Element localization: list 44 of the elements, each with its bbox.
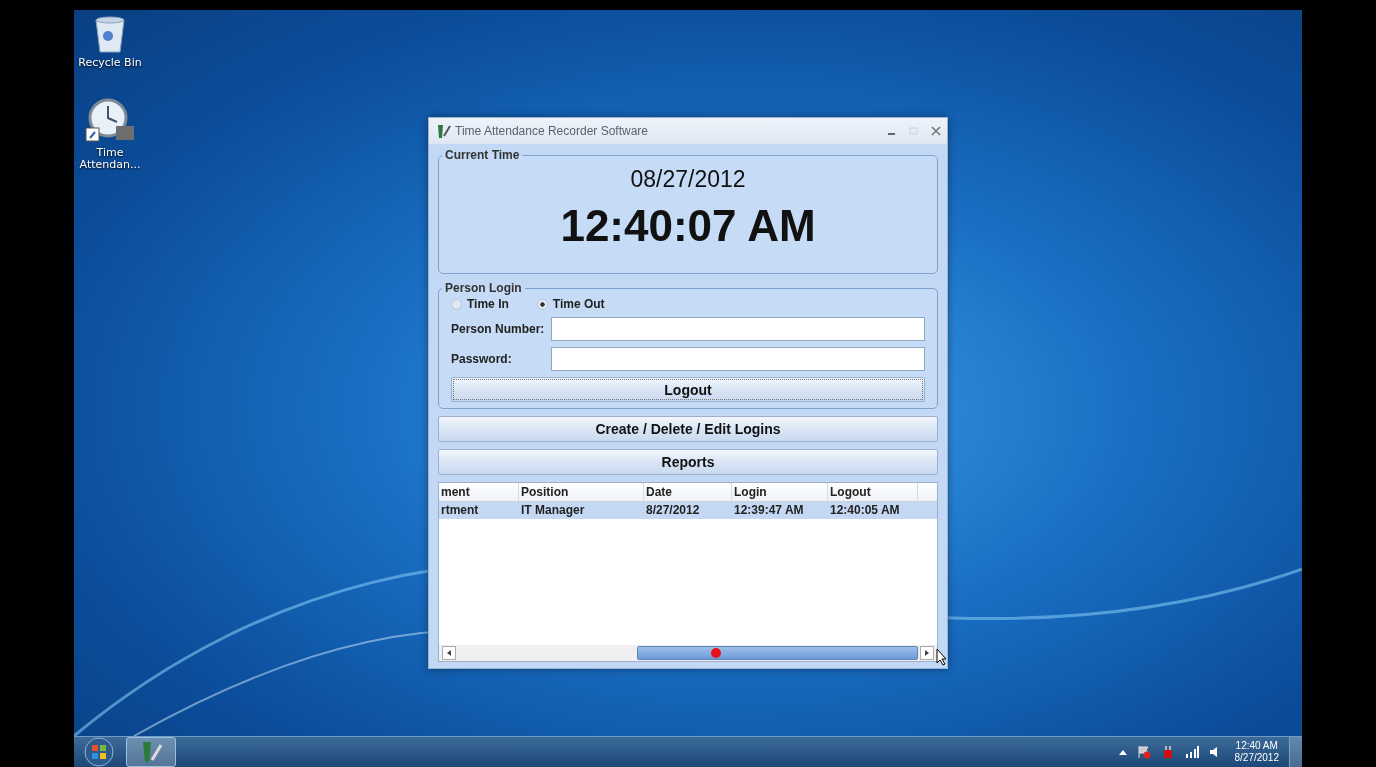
radio-button[interactable] — [451, 298, 462, 310]
radio-label[interactable]: Time In — [467, 297, 509, 311]
input-field[interactable] — [551, 347, 925, 371]
table-row[interactable]: rtment IT Manager 8/27/2012 12:39:47 AM 12:40:05 AM — [439, 502, 937, 519]
recycle-bin-icon[interactable] — [93, 14, 127, 54]
radio-label[interactable]: Time Out — [552, 297, 605, 311]
taskbar-date[interactable]: 8/27/2012 — [1234, 752, 1279, 764]
table-cell-text: 12:40:05 AM — [829, 502, 901, 519]
horizontal-scrollbar[interactable] — [439, 645, 937, 661]
taskbar-app-button[interactable] — [126, 737, 176, 767]
radio-button[interactable] — [536, 298, 548, 310]
column-header[interactable]: Logout — [828, 483, 918, 501]
table-cell-text: rtment — [440, 502, 480, 519]
desktop-icon-label[interactable]: Recycle Bin — [78, 57, 142, 70]
input-field[interactable] — [551, 317, 925, 341]
scroll-left-icon[interactable] — [442, 646, 456, 660]
signal-bars-icon[interactable] — [1184, 746, 1199, 758]
flag-icon[interactable] — [1136, 745, 1151, 759]
field-label: Password: — [451, 352, 513, 366]
close-icon[interactable] — [931, 126, 941, 136]
logout-button[interactable]: Logout — [451, 377, 925, 402]
window-title: Time Attendance Recorder Software — [455, 124, 649, 138]
current-date: 08/27/2012 — [630, 166, 746, 193]
click-marker-icon — [711, 648, 721, 658]
column-header[interactable]: Position — [519, 483, 644, 501]
group-legend: Person Login — [442, 281, 525, 295]
taskbar-time[interactable]: 12:40 AM — [1235, 740, 1278, 752]
table-cell-text: IT Manager — [520, 502, 586, 519]
scroll-thumb[interactable] — [637, 646, 918, 660]
current-time: 12:40:07 AM — [560, 201, 816, 251]
app-logo-icon — [435, 123, 451, 139]
field-label: Person Number: — [451, 322, 546, 336]
column-header[interactable]: Date — [644, 483, 732, 501]
table-cell-text: 8/27/2012 — [645, 502, 701, 519]
start-button-icon[interactable] — [82, 737, 116, 767]
action-button[interactable]: Create / Delete / Edit Logins — [438, 416, 938, 442]
column-header[interactable]: Login — [732, 483, 828, 501]
table-cell-text: 12:39:47 AM — [733, 502, 805, 519]
action-button[interactable]: Reports — [438, 449, 938, 475]
group-legend: Current Time — [442, 148, 523, 162]
desktop-icon-label[interactable]: Time Attendan... — [78, 146, 142, 172]
show-hidden-icons-icon[interactable] — [1118, 749, 1127, 755]
scroll-right-icon[interactable] — [920, 646, 934, 660]
column-header[interactable]: ment — [439, 483, 519, 501]
